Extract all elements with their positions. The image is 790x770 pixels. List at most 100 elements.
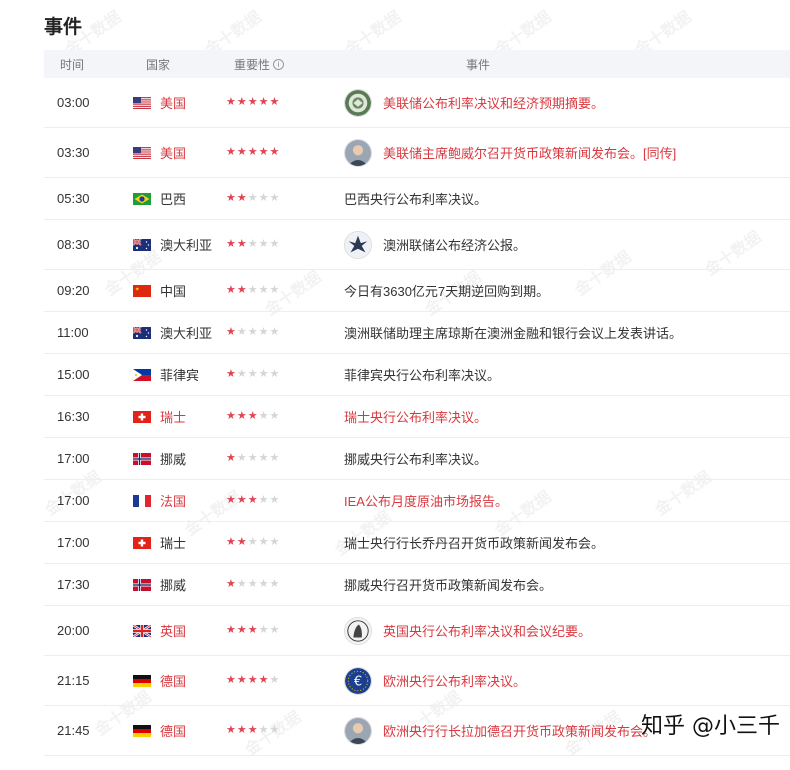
star-icon: ★ — [226, 96, 236, 108]
event-text[interactable]: 澳洲联储助理主席琼斯在澳洲金融和银行会议上发表讲话。 — [344, 323, 682, 342]
star-icon: ★ — [247, 536, 258, 548]
country-name[interactable]: 德国 — [160, 671, 186, 690]
star-icon: ★ — [258, 536, 269, 548]
table-row[interactable]: 17:00 瑞士 ★ ★ ★ ★ ★ 瑞士央行行长乔丹召开货币政策新闻发布会。 — [44, 522, 790, 564]
star-icon: ★ — [236, 146, 247, 158]
star-icon: ★ — [247, 326, 258, 338]
table-row[interactable]: 20:00 英国 ★ ★ ★ ★ ★ 英国央行公布利率决议和会议纪要。 — [44, 606, 790, 656]
event-text[interactable]: 美联储主席鲍威尔召开货币政策新闻发布会。[同传] — [383, 143, 676, 162]
event-text[interactable]: 巴西央行公布利率决议。 — [344, 189, 487, 208]
table-row[interactable]: 11:00 澳大利亚 ★ ★ ★ ★ ★ 澳洲联储助理主席琼斯在澳洲金融和银行会议上发表讲话。 — [44, 312, 790, 354]
country-name[interactable]: 德国 — [160, 721, 186, 740]
event-text[interactable]: 挪威央行公布利率决议。 — [344, 449, 487, 468]
star-icon: ★ — [247, 724, 258, 736]
event-text[interactable]: 欧洲央行行长拉加德召开货币政策新闻发布会。 — [383, 721, 656, 740]
star-icon: ★ — [247, 494, 258, 506]
country-name[interactable]: 巴西 — [160, 189, 186, 208]
table-row[interactable]: 17:00 挪威 ★ ★ ★ ★ ★ 挪威央行公布利率决议。 — [44, 438, 790, 480]
table-row[interactable]: 09:20 ★ 中国 ★ ★ ★ ★ ★ 今日有3630亿元7天期逆回购到期。 — [44, 270, 790, 312]
event-text[interactable]: 英国央行公布利率决议和会议纪要。 — [383, 621, 591, 640]
star-icon: ★ — [236, 724, 247, 736]
flag-ph-icon — [133, 368, 151, 381]
star-icon: ★ — [226, 192, 236, 204]
importance-stars: ★ ★ ★ ★ ★ — [220, 725, 316, 736]
star-icon: ★ — [236, 410, 247, 422]
flag-us-icon — [133, 96, 151, 109]
rba-logo-icon — [344, 230, 372, 259]
header-event: 事件 — [465, 57, 490, 72]
star-icon: ★ — [247, 146, 258, 158]
table-row[interactable]: 03:30 美国 ★ ★ ★ ★ ★ 美联储主席鲍威尔召开货币政策新闻发布会。[同传] — [44, 128, 790, 178]
flag-ch-icon — [133, 536, 151, 549]
star-icon: ★ — [269, 578, 280, 590]
event-text[interactable]: 挪威央行召开货币政策新闻发布会。 — [344, 575, 552, 594]
country-name[interactable]: 中国 — [160, 281, 186, 300]
event-text[interactable]: 瑞士央行公布利率决议。 — [344, 407, 487, 426]
event-country: 德国 — [108, 721, 220, 740]
table-row[interactable]: 17:00 法国 ★ ★ ★ ★ ★ IEA公布月度原油市场报告。 — [44, 480, 790, 522]
country-name[interactable]: 澳大利亚 — [160, 235, 212, 254]
table-row[interactable]: 15:00 菲律宾 ★ ★ ★ ★ ★ 菲律宾央行公布利率决议。 — [44, 354, 790, 396]
star-icon: ★ — [269, 192, 280, 204]
flag-au-icon — [133, 238, 151, 251]
star-icon: ★ — [226, 410, 236, 422]
event-text[interactable]: 菲律宾央行公布利率决议。 — [344, 365, 500, 384]
country-name[interactable]: 挪威 — [160, 449, 186, 468]
flag-no-icon — [133, 578, 151, 591]
event-country: 澳大利亚 — [108, 235, 220, 254]
event-text[interactable]: IEA公布月度原油市场报告。 — [344, 491, 508, 510]
event-country: 澳大利亚 — [108, 323, 220, 342]
country-name[interactable]: 瑞士 — [160, 407, 186, 426]
flag-de-icon — [133, 724, 151, 737]
country-name[interactable]: 瑞士 — [160, 533, 186, 552]
country-name[interactable]: 法国 — [160, 491, 186, 510]
importance-stars: ★ ★ ★ ★ ★ — [220, 537, 316, 548]
event-time: 16:30 — [57, 409, 90, 424]
importance-stars: ★ ★ ★ ★ ★ — [220, 495, 316, 506]
event-text[interactable]: 瑞士央行行长乔丹召开货币政策新闻发布会。 — [344, 533, 604, 552]
table-row[interactable]: 17:30 挪威 ★ ★ ★ ★ ★ 挪威央行召开货币政策新闻发布会。 — [44, 564, 790, 606]
importance-stars: ★ ★ ★ ★ ★ — [220, 285, 316, 296]
star-icon: ★ — [236, 326, 247, 338]
star-icon: ★ — [269, 96, 280, 108]
star-icon: ★ — [269, 724, 280, 736]
star-icon: ★ — [269, 146, 280, 158]
event-cell: 美联储公布利率决议和经济预期摘要。 — [316, 88, 790, 117]
table-row[interactable]: 08:30 澳大利亚 ★ ★ ★ ★ ★ 澳洲联储公布经济公报。 — [44, 220, 790, 270]
star-icon: ★ — [269, 494, 280, 506]
event-cell: 美联储主席鲍威尔召开货币政策新闻发布会。[同传] — [316, 138, 790, 167]
table-row[interactable]: 05:30 巴西 ★ ★ ★ ★ ★ 巴西央行公布利率决议。 — [44, 178, 790, 220]
country-name[interactable]: 澳大利亚 — [160, 323, 212, 342]
header-country: 国家 — [146, 57, 171, 72]
flag-cn-icon: ★ — [133, 284, 151, 297]
country-name[interactable]: 英国 — [160, 621, 186, 640]
event-text[interactable]: 澳洲联储公布经济公报。 — [383, 235, 526, 254]
star-icon: ★ — [236, 578, 247, 590]
event-cell: 澳洲联储公布经济公报。 — [316, 230, 790, 259]
table-row[interactable]: 21:15 德国 ★ ★ ★ ★ ★ € 欧洲央行公布利率决议。 — [44, 656, 790, 706]
flag-ch-icon — [133, 410, 151, 423]
country-name[interactable]: 美国 — [160, 143, 186, 162]
country-name[interactable]: 菲律宾 — [160, 365, 199, 384]
person-portrait-icon — [344, 716, 372, 745]
event-time: 05:30 — [57, 191, 90, 206]
event-country: 菲律宾 — [108, 365, 220, 384]
table-row[interactable]: 16:30 瑞士 ★ ★ ★ ★ ★ 瑞士央行公布利率决议。 — [44, 396, 790, 438]
country-name[interactable]: 挪威 — [160, 575, 186, 594]
event-text[interactable]: 今日有3630亿元7天期逆回购到期。 — [344, 281, 549, 300]
flag-no-icon — [133, 452, 151, 465]
event-text[interactable]: 欧洲央行公布利率决议。 — [383, 671, 526, 690]
event-time: 11:00 — [57, 325, 89, 340]
event-country: 美国 — [108, 143, 220, 162]
flag-fr-icon — [133, 494, 151, 507]
event-text[interactable]: 美联储公布利率决议和经济预期摘要。 — [383, 93, 604, 112]
star-icon: ★ — [258, 284, 269, 296]
event-cell: 挪威央行召开货币政策新闻发布会。 — [316, 575, 790, 594]
star-icon: ★ — [226, 284, 236, 296]
info-icon[interactable]: i — [273, 58, 285, 70]
event-cell: IEA公布月度原油市场报告。 — [316, 491, 790, 510]
star-icon: ★ — [226, 536, 236, 548]
table-row[interactable]: 03:00 美国 ★ ★ ★ ★ ★ 美联储公布利率决议和经济预期摘要。 — [44, 78, 790, 128]
country-name[interactable]: 美国 — [160, 93, 186, 112]
event-time: 03:30 — [57, 145, 90, 160]
